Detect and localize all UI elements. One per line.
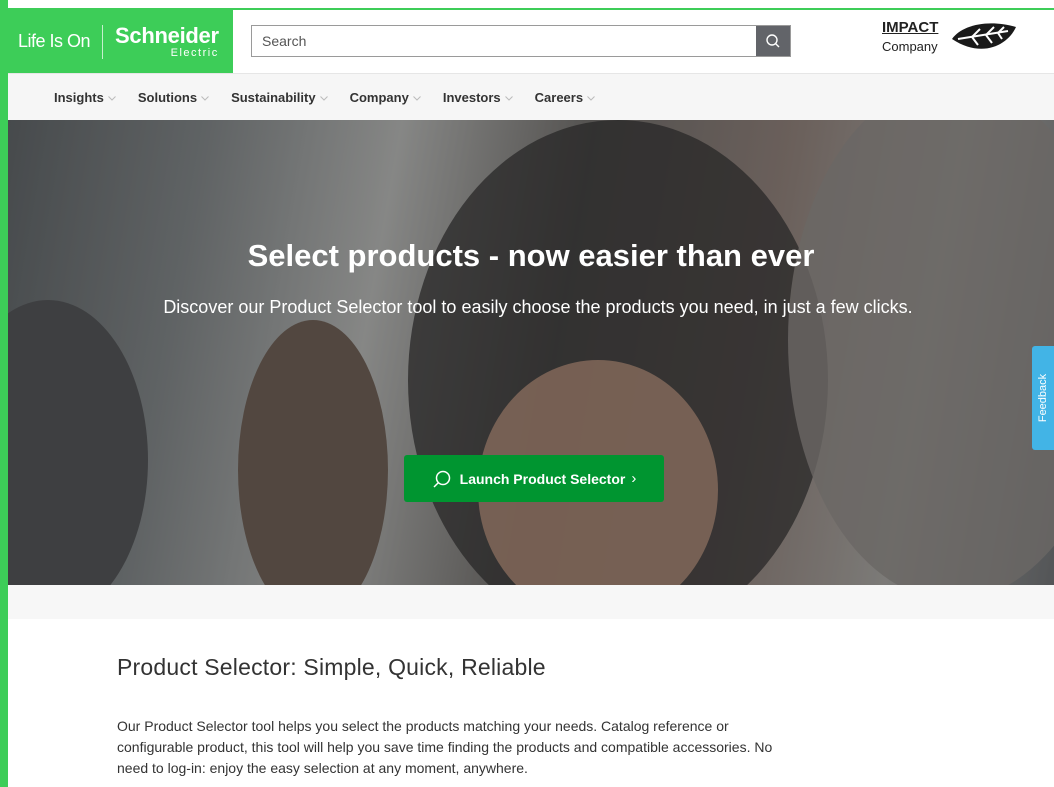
brand-divider <box>102 24 104 59</box>
impact-company-logo[interactable]: IMPACT Company <box>882 19 1022 63</box>
brand-sub: Electric <box>170 46 219 59</box>
hero-title: Select products - now easier than ever <box>247 238 815 273</box>
nav-item-investors[interactable]: Investors <box>443 90 513 105</box>
site-header: Life Is On Schneider Electric IMPACT Com… <box>8 8 1054 73</box>
section-divider-band <box>8 585 1054 619</box>
section-body: Our Product Selector tool helps you sele… <box>117 718 773 776</box>
nav-item-label: Careers <box>534 89 584 105</box>
brand-block[interactable]: Life Is On Schneider Electric <box>8 10 233 73</box>
search-bar <box>251 25 791 57</box>
leaf-icon <box>952 23 1016 49</box>
feedback-label: Feedback <box>1037 373 1049 423</box>
page-accent-border <box>0 0 8 787</box>
chevron-down-icon <box>504 95 513 101</box>
impact-title: IMPACT <box>882 19 939 36</box>
chevron-down-icon <box>107 95 116 101</box>
nav-item-company[interactable]: Company <box>350 90 421 105</box>
feedback-tab[interactable]: Feedback <box>1032 346 1054 450</box>
launch-product-selector-button[interactable]: Launch Product Selector › <box>404 455 664 502</box>
hero-banner: Select products - now easier than ever D… <box>8 120 1054 585</box>
chevron-down-icon <box>319 95 328 101</box>
nav-item-sustainability[interactable]: Sustainability <box>231 90 328 105</box>
hero-overlay <box>8 120 1054 585</box>
hero-subtitle: Discover our Product Selector tool to ea… <box>163 297 913 317</box>
schneider-logo: Schneider Electric <box>115 22 219 59</box>
section-title: Product Selector: Simple, Quick, Reliabl… <box>117 654 546 680</box>
search-icon <box>766 34 780 48</box>
chevron-right-icon: › <box>631 470 637 487</box>
nav-item-label: Solutions <box>137 89 198 105</box>
nav-item-label: Insights <box>54 89 104 105</box>
nav-item-label: Sustainability <box>231 89 316 105</box>
nav-item-insights[interactable]: Insights <box>54 90 116 105</box>
chevron-down-icon <box>201 95 209 101</box>
nav-item-label: Company <box>349 89 409 105</box>
search-button[interactable] <box>756 26 790 56</box>
search-input[interactable] <box>252 26 756 56</box>
brand-name: Schneider <box>115 22 219 48</box>
brand-tagline: Life Is On <box>18 31 91 51</box>
impact-sub: Company <box>882 39 938 54</box>
chevron-down-icon <box>412 95 421 101</box>
launch-button-label: Launch Product Selector <box>459 470 626 487</box>
nav-item-careers[interactable]: Careers <box>535 90 595 105</box>
search-icon <box>433 470 450 488</box>
main-nav: Insights Solutions Sustainability Compan… <box>8 73 1054 120</box>
nav-item-label: Investors <box>442 89 501 105</box>
chevron-down-icon <box>587 95 595 101</box>
nav-item-solutions[interactable]: Solutions <box>138 90 209 105</box>
